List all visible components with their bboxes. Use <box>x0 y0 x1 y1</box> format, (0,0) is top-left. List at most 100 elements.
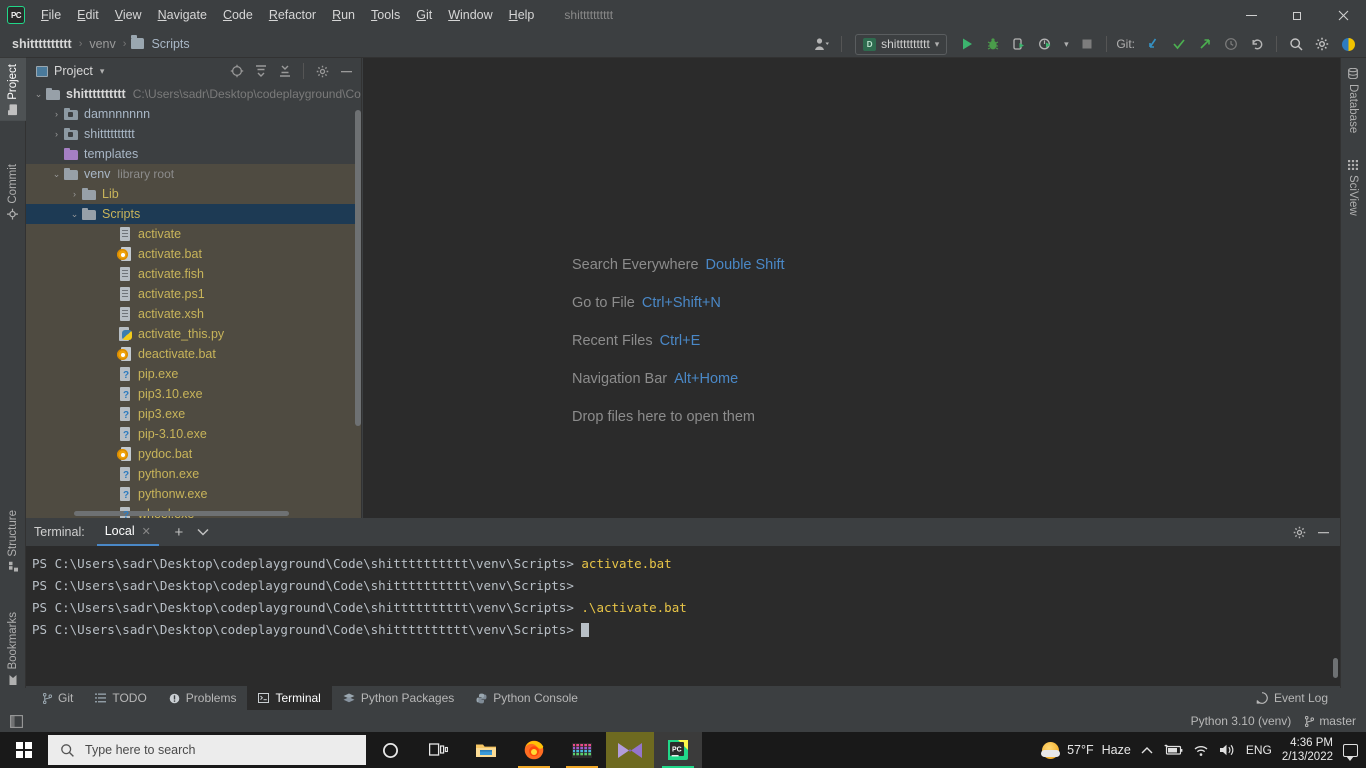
user-profile-icon[interactable] <box>810 33 834 55</box>
menu-item-refactor[interactable]: Refactor <box>261 0 324 30</box>
tree-node[interactable]: activate.bat <box>26 244 361 264</box>
terminal-tab-local[interactable]: Local ✕ <box>96 518 159 546</box>
language-indicator[interactable]: ENG <box>1246 743 1272 757</box>
menu-item-window[interactable]: Window <box>440 0 500 30</box>
tree-node[interactable]: ⌄ shitttttttttt C:\Users\sadr\Desktop\code… <box>26 84 361 104</box>
expand-all-icon[interactable] <box>250 60 272 82</box>
menu-item-tools[interactable]: Tools <box>363 0 408 30</box>
taskbar-search-input[interactable]: Type here to search <box>48 735 366 765</box>
tool-tab-todo[interactable]: TODO <box>84 686 157 710</box>
clock[interactable]: 4:36 PM 2/13/2022 <box>1282 736 1333 764</box>
chevron-down-icon[interactable]: ▾ <box>1059 33 1073 55</box>
commit-icon[interactable] <box>1167 33 1191 55</box>
tree-node[interactable]: › damnnnnnn <box>26 104 361 124</box>
terminal-output[interactable]: PS C:\Users\sadr\Desktop\codeplayground\… <box>26 546 1340 686</box>
update-project-icon[interactable] <box>1141 33 1165 55</box>
project-tree[interactable]: ⌄ shitttttttttt C:\Users\sadr\Desktop\code… <box>26 84 361 518</box>
tool-tab-python-console[interactable]: Python Console <box>465 686 589 710</box>
hide-panel-icon[interactable] <box>1312 521 1334 543</box>
stop-button[interactable] <box>1075 33 1099 55</box>
python-interpreter-status[interactable]: Python 3.10 (venv) <box>1191 714 1292 728</box>
tree-node[interactable]: ? pip3.10.exe <box>26 384 361 404</box>
tree-node[interactable]: › shitttttttttt <box>26 124 361 144</box>
tree-node[interactable]: activate.ps1 <box>26 284 361 304</box>
weather-widget[interactable]: 57°F Haze <box>1041 741 1131 759</box>
close-icon[interactable]: ✕ <box>142 525 151 538</box>
sidebar-item-commit[interactable]: Commit <box>0 158 26 226</box>
tree-node[interactable]: activate.fish <box>26 264 361 284</box>
sidebar-item-project[interactable]: Project <box>0 58 26 121</box>
chevron-down-icon[interactable]: ⌄ <box>50 169 63 180</box>
file-explorer-icon[interactable] <box>462 732 510 768</box>
menu-item-file[interactable]: File <box>33 0 69 30</box>
breadcrumb-venv[interactable]: venv <box>87 37 117 51</box>
chevron-down-icon[interactable]: ⌄ <box>68 209 81 220</box>
event-log-button[interactable]: Event Log <box>1256 691 1340 705</box>
new-terminal-tab-button[interactable]: + <box>167 520 191 544</box>
tree-node[interactable]: templates <box>26 144 361 164</box>
terminal-scrollbar[interactable] <box>1333 658 1338 678</box>
menu-item-navigate[interactable]: Navigate <box>150 0 215 30</box>
search-icon[interactable] <box>1284 33 1308 55</box>
menu-item-code[interactable]: Code <box>215 0 261 30</box>
collapse-all-icon[interactable] <box>274 60 296 82</box>
profile-button[interactable] <box>1033 33 1057 55</box>
tree-vertical-scrollbar[interactable] <box>355 110 361 426</box>
chevron-right-icon[interactable]: › <box>50 109 63 119</box>
run-button[interactable] <box>955 33 979 55</box>
tree-node[interactable]: ⌄ Scripts <box>26 204 361 224</box>
git-branch-status[interactable]: master <box>1305 714 1356 728</box>
breadcrumb-project[interactable]: shitttttttttt <box>10 37 74 51</box>
tree-node[interactable]: ? python.exe <box>26 464 361 484</box>
volume-icon[interactable] <box>1219 743 1236 757</box>
chevron-down-icon[interactable]: ⌄ <box>32 89 45 100</box>
menu-item-view[interactable]: View <box>107 0 150 30</box>
tree-node[interactable]: activate <box>26 224 361 244</box>
push-icon[interactable] <box>1193 33 1217 55</box>
history-icon[interactable] <box>1219 33 1243 55</box>
tree-node[interactable]: activate.xsh <box>26 304 361 324</box>
settings-icon[interactable] <box>1288 521 1310 543</box>
windows-start-icon[interactable] <box>0 732 48 768</box>
tree-node[interactable]: pydoc.bat <box>26 444 361 464</box>
run-configuration-selector[interactable]: D shitttttttttt ▾ <box>855 33 948 55</box>
layout-icon[interactable] <box>6 711 26 731</box>
maximize-button[interactable] <box>1274 0 1320 30</box>
wifi-icon[interactable] <box>1193 744 1209 757</box>
cortana-icon[interactable] <box>366 732 414 768</box>
chevron-down-icon[interactable] <box>191 520 215 544</box>
tree-node[interactable]: ? pip.exe <box>26 364 361 384</box>
sidebar-item-structure[interactable]: Structure <box>0 504 26 578</box>
minimize-button[interactable] <box>1228 0 1274 30</box>
sidebar-item-sciview[interactable]: SciView <box>1340 154 1366 222</box>
pycharm-icon[interactable]: PC <box>654 732 702 768</box>
menu-item-git[interactable]: Git <box>408 0 440 30</box>
tool-tab-git[interactable]: Git <box>32 686 84 710</box>
run-coverage-button[interactable] <box>1007 33 1031 55</box>
debug-button[interactable] <box>981 33 1005 55</box>
tree-node[interactable]: ? pip-3.10.exe <box>26 424 361 444</box>
chevron-right-icon[interactable]: › <box>68 189 81 199</box>
breadcrumb-scripts[interactable]: Scripts <box>149 37 191 51</box>
close-button[interactable] <box>1320 0 1366 30</box>
tray-overflow-icon[interactable] <box>1141 746 1153 755</box>
rollback-icon[interactable] <box>1245 33 1269 55</box>
menu-item-run[interactable]: Run <box>324 0 363 30</box>
hide-panel-icon[interactable] <box>335 60 357 82</box>
menu-item-help[interactable]: Help <box>501 0 543 30</box>
sidebar-item-database[interactable]: Database <box>1340 62 1366 139</box>
ide-assistant-icon[interactable] <box>1336 33 1360 55</box>
tool-tab-problems[interactable]: Problems <box>158 686 248 710</box>
chevron-down-icon[interactable]: ▾ <box>100 66 105 77</box>
menu-item-edit[interactable]: Edit <box>69 0 107 30</box>
battery-icon[interactable] <box>1163 744 1183 756</box>
notifications-icon[interactable] <box>1343 743 1358 761</box>
tree-node[interactable]: ⌄ venv library root <box>26 164 361 184</box>
select-opened-file-icon[interactable] <box>226 60 248 82</box>
tree-node[interactable]: ? pythonw.exe <box>26 484 361 504</box>
tool-tab-python-packages[interactable]: Python Packages <box>332 686 465 710</box>
tree-node[interactable]: › Lib <box>26 184 361 204</box>
winrar-icon[interactable] <box>558 732 606 768</box>
tool-tab-terminal[interactable]: Terminal <box>247 686 332 710</box>
tree-horizontal-scrollbar[interactable] <box>74 511 289 516</box>
